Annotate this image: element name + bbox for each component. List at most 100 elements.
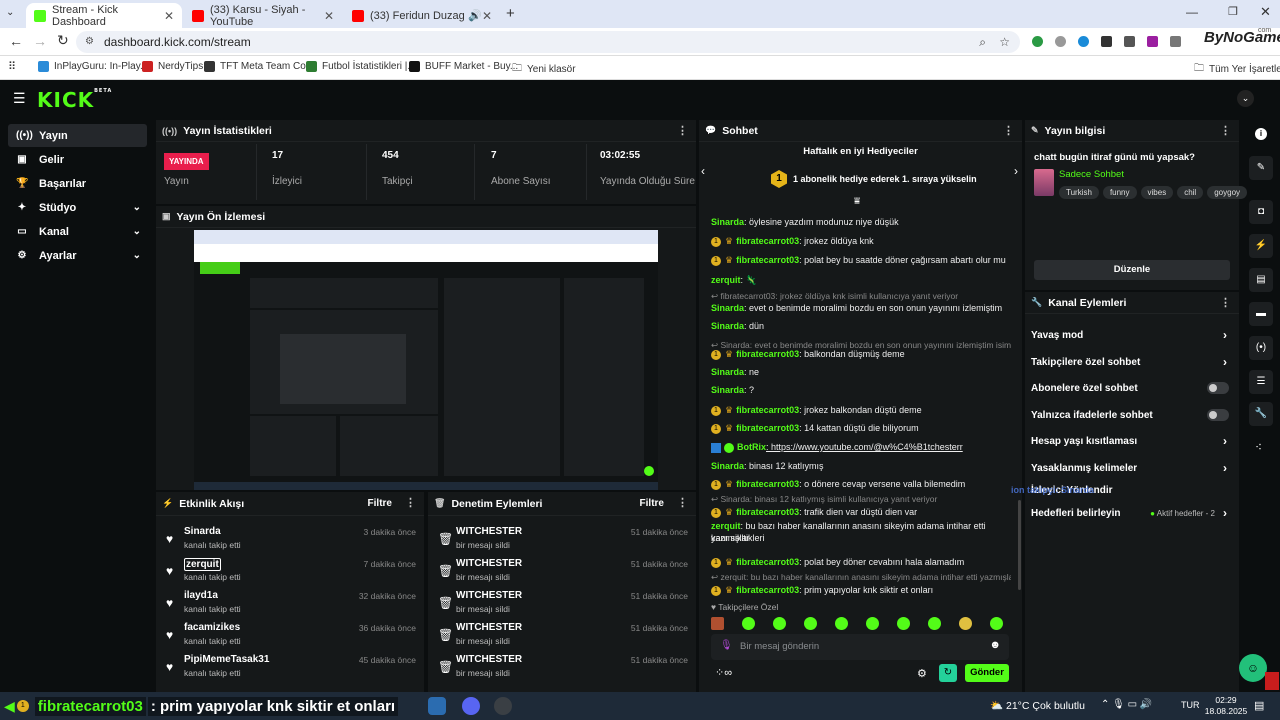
all-bookmarks[interactable]: 🗀 Tüm Yer İşaretleri (1194, 61, 1280, 78)
chat-username[interactable]: fibratecarrot03 (736, 507, 799, 517)
chat-message[interactable]: Sinarda: evet o benimde moralimi bozdu e… (711, 302, 1011, 314)
bookmark-star-icon[interactable]: ☆ (999, 31, 1010, 53)
chat-username[interactable]: fibratecarrot03 (736, 479, 799, 489)
document-icon[interactable]: ▤ (1249, 268, 1273, 292)
channel-action-item[interactable]: Yavaş mod › (1031, 322, 1237, 348)
wrench-icon[interactable]: 🔧 (1249, 402, 1273, 426)
taskbar-app-icon[interactable] (428, 697, 446, 715)
toggle-switch[interactable] (1207, 382, 1229, 394)
chat-message[interactable]: Sinarda: öylesine yazdım modunuz niye dü… (711, 216, 1011, 228)
chat-username[interactable]: fibratecarrot03 (736, 423, 799, 433)
chat-message[interactable]: BotRix: https://www.youtube.com/@w%C4%B1… (711, 441, 1011, 453)
chat-message[interactable]: 1 ♛ fibratecarrot03: 14 kattan düştü die b… (711, 422, 1011, 434)
chat-username[interactable]: fibratecarrot03 (736, 585, 799, 595)
chat-message[interactable]: 1 ♛ fibratecarrot03: trafik dien var düştü… (711, 506, 1011, 518)
category-link[interactable]: Sadece Sohbet (1059, 169, 1124, 180)
weather-widget[interactable]: ⛅ 21°C Çok bulutlu (990, 699, 1085, 712)
new-tab-button[interactable]: + (506, 5, 515, 22)
chat-username[interactable]: zerquit (711, 521, 741, 531)
item-name[interactable]: WITCHESTER (456, 622, 522, 633)
chat-message[interactable]: Sinarda: binası 12 katlıymış (711, 460, 1011, 472)
chat-username[interactable]: zerquit (711, 275, 741, 285)
emote-icon[interactable] (835, 617, 848, 630)
chat-message[interactable]: 1 ♛ fibratecarrot03: balkondan düşmüş deme (711, 348, 1011, 360)
more-icon[interactable]: ⋮ (1220, 124, 1231, 137)
chat-message[interactable]: Sinarda: ? (711, 384, 1011, 396)
filter-button[interactable]: Filtre (368, 498, 392, 509)
back-button[interactable]: ← (9, 33, 23, 49)
emote-icon[interactable] (897, 617, 910, 630)
list-icon[interactable]: ☰ (1249, 370, 1273, 394)
stream-preview-video[interactable] (194, 230, 658, 490)
item-name[interactable]: facamizikes (184, 622, 240, 633)
emote-icon[interactable] (866, 617, 879, 630)
item-name[interactable]: WITCHESTER (456, 526, 522, 537)
lightning-icon[interactable]: ⚡ (1249, 234, 1273, 258)
taskbar-app-icon[interactable] (494, 697, 512, 715)
chat-username[interactable]: Sinarda (711, 367, 744, 377)
extension-icon[interactable] (1078, 36, 1089, 47)
chevron-right-icon[interactable]: › (1223, 355, 1227, 369)
bookmark-folder[interactable]: 🗀 Yeni klasör (512, 61, 576, 78)
extension-icon[interactable] (1124, 36, 1135, 47)
bookmark-item[interactable]: TFT Meta Team Co... (204, 61, 314, 72)
minimize-button[interactable]: — (1186, 5, 1198, 19)
chat-bubble-button[interactable]: ☺ (1239, 654, 1267, 682)
bookmark-item[interactable]: BUFF Market - Buy... (409, 61, 518, 72)
zoom-icon[interactable]: ⌕ (979, 31, 986, 53)
chat-username[interactable]: Sinarda (711, 321, 744, 331)
list-item[interactable]: ♥ Sinarda kanalı takip etti 3 dakika önce (166, 526, 416, 554)
tab-kick-dashboard[interactable]: Stream - Kick Dashboard ✕ (26, 3, 182, 28)
extensions-puzzle-icon[interactable] (1170, 36, 1181, 47)
speaker-icon[interactable]: 🔊 (468, 9, 482, 22)
chevron-left-icon[interactable]: ‹ (701, 164, 705, 178)
taskbar-app-icon[interactable] (462, 697, 480, 715)
chat-username[interactable]: fibratecarrot03 (736, 349, 799, 359)
more-apps-icon[interactable]: ⁖ (1255, 440, 1262, 454)
close-icon[interactable]: ✕ (482, 9, 492, 23)
chat-input[interactable]: 🎙 Bir mesaj gönderin ☻ (711, 634, 1009, 660)
tab-youtube-2[interactable]: (33) Feridun Duzagac - Beni 🔊 ✕ (344, 3, 500, 28)
chat-message[interactable]: 1 ♛ fibratecarrot03: jrokez öldüya knk (711, 235, 1011, 247)
apps-grid-icon[interactable]: ⠿ (8, 60, 16, 73)
chat-message[interactable]: 1 ♛ fibratecarrot03: prim yapıyolar knk si… (711, 584, 1011, 596)
extension-icon[interactable] (1101, 36, 1112, 47)
bookmark-item[interactable]: InPlayGuru: In-Play... (38, 61, 148, 72)
list-item[interactable]: 🗑 WITCHESTER bir mesajı sildi 51 dakika önc… (438, 526, 688, 554)
chat-message[interactable]: zerquit: 🦎 (711, 274, 1011, 286)
chat-username[interactable]: Sinarda (711, 385, 744, 395)
list-item[interactable]: ♥ zerquit kanalı takip etti 7 dakika önce (166, 558, 416, 586)
chat-message[interactable]: 1 ♛ fibratecarrot03: jrokez balkondan düşt… (711, 404, 1011, 416)
chat-username[interactable]: Sinarda (711, 217, 744, 227)
bookmark-item[interactable]: NerdyTips (142, 61, 203, 72)
tray-icons[interactable]: ⌃ 🎙 ▭ 🔊 (1101, 699, 1152, 710)
chevron-down-icon[interactable]: ⌄ (133, 202, 141, 213)
emote-icon[interactable] (804, 617, 817, 630)
list-item[interactable]: ♥ PipiMemeTasak31 kanalı takip etti 45 daki… (166, 654, 416, 682)
kick-logo[interactable]: KICKBETA (37, 88, 112, 112)
close-icon[interactable]: ✕ (164, 9, 174, 23)
chat-message[interactable]: kanı sikltikleri (711, 532, 1011, 544)
tab-youtube-1[interactable]: (33) Karsu - Siyah - YouTube ✕ (184, 3, 342, 28)
category-thumbnail[interactable] (1034, 169, 1054, 196)
tab-list-button[interactable]: ⌄ (6, 7, 14, 18)
chat-icon[interactable]: ▬ (1249, 302, 1273, 326)
item-name[interactable]: Sinarda (184, 526, 221, 537)
chat-reply-context[interactable]: ↩ Sinarda: binası 12 katlıymış isimli ku… (711, 493, 1011, 505)
chat-message[interactable]: 1 ♛ fibratecarrot03: o dönere cevap versen… (711, 478, 1011, 490)
item-name[interactable]: WITCHESTER (456, 590, 522, 601)
close-window-button[interactable]: ✕ (1260, 4, 1271, 20)
more-icon[interactable]: ⋮ (1220, 296, 1231, 309)
extension-icon[interactable] (1032, 36, 1043, 47)
sidebar-item-3[interactable]: ✦ Stüdyo ⌄ (8, 196, 147, 219)
channel-action-item[interactable]: Hesap yaşı kısıtlaması › (1031, 428, 1237, 454)
chevron-right-icon[interactable]: › (1014, 164, 1018, 178)
pencil-icon[interactable]: ✎ (1249, 156, 1273, 180)
bot-icon[interactable]: ↻ (939, 664, 957, 682)
edit-button[interactable]: Düzenle (1034, 260, 1230, 280)
item-name[interactable]: WITCHESTER (456, 558, 522, 569)
list-item[interactable]: ♥ ilayd1a kanalı takip etti 32 dakika önce (166, 590, 416, 618)
chat-username[interactable]: fibratecarrot03 (736, 557, 799, 567)
chat-message[interactable]: 1 ♛ fibratecarrot03: polat bey döner cevab… (711, 556, 1011, 568)
channel-action-item[interactable]: Yalnızca ifadelerle sohbet (1031, 402, 1237, 428)
